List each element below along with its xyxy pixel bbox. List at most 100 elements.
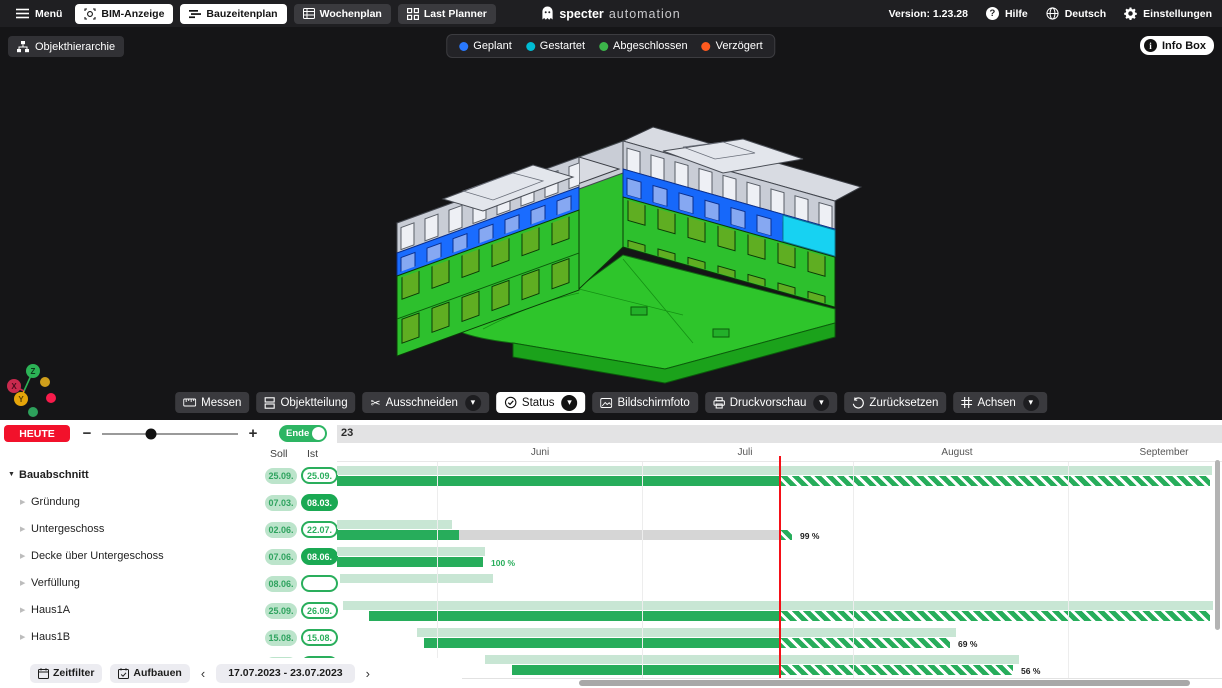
gantt-row[interactable]: ▶ Haus1A 25.09.26.09.: [0, 597, 1222, 624]
row-label[interactable]: Untergeschoss: [31, 523, 104, 535]
gantt-bar-hatch[interactable]: [779, 476, 1210, 486]
gantt-row[interactable]: ▶Haus1B15.08.15.08.69 %: [0, 624, 1222, 651]
today-button[interactable]: HEUTE: [4, 425, 70, 442]
gantt-row[interactable]: ▶Untergeschoss02.06.22.07.99 %: [0, 516, 1222, 543]
row-label[interactable]: Bauabschnitt: [19, 469, 89, 481]
info-box-button[interactable]: i Info Box: [1140, 36, 1214, 55]
soll-date-pill[interactable]: 25.09.: [265, 603, 297, 619]
viewer-3d[interactable]: Objekthierarchie Geplant Gestartet Abges…: [0, 27, 1222, 420]
nav-bauzeitenplan[interactable]: Bauzeitenplan: [180, 4, 286, 24]
expand-arrow-icon[interactable]: ▶: [20, 606, 25, 614]
achsen-dropdown[interactable]: ▾: [1023, 395, 1039, 411]
druckvorschau-button[interactable]: Druckvorschau ▾: [705, 392, 838, 413]
soll-date-pill[interactable]: 07.06.: [265, 549, 297, 565]
object-hierarchy-button[interactable]: Objekthierarchie: [8, 36, 124, 57]
horizontal-scrollbar[interactable]: [579, 680, 1190, 686]
timeline-week-band[interactable]: 23: [337, 425, 1222, 443]
gantt-bar-solid[interactable]: [337, 530, 459, 540]
soll-date-pill[interactable]: 15.08.: [265, 630, 297, 646]
menu-button[interactable]: Menü: [10, 8, 68, 20]
aufbauen-button[interactable]: Aufbauen: [110, 664, 189, 683]
ist-date-pill[interactable]: 08.06.: [301, 548, 338, 565]
collapse-arrow-icon[interactable]: ▼: [8, 471, 15, 478]
gantt-bar-solid[interactable]: [337, 476, 779, 486]
object-hierarchy-label: Objekthierarchie: [35, 41, 115, 53]
bildschirmfoto-button[interactable]: Bildschirmfoto: [593, 392, 698, 413]
nav-wochenplan[interactable]: Wochenplan: [294, 4, 391, 24]
ende-toggle[interactable]: Ende: [279, 425, 327, 442]
ist-date-pill[interactable]: 22.07.: [301, 521, 338, 538]
month-label: Juli: [737, 447, 752, 458]
gantt-bar-soll[interactable]: [337, 547, 485, 556]
status-button[interactable]: Status ▾: [496, 392, 586, 413]
vertical-scrollbar[interactable]: [1215, 460, 1220, 630]
gantt-bar-soll[interactable]: [485, 655, 1019, 664]
soll-date-pill[interactable]: 07.03.: [265, 495, 297, 511]
toggle-knob: [312, 427, 325, 440]
zoom-slider-knob[interactable]: [145, 428, 156, 439]
nav-bim-anzeige[interactable]: BIM-Anzeige: [75, 4, 173, 24]
achsen-button[interactable]: Achsen ▾: [953, 392, 1046, 413]
month-gridline: [437, 462, 438, 678]
gantt-bar-soll[interactable]: [337, 520, 452, 529]
gantt-bar-gray[interactable]: [459, 530, 779, 540]
gantt-bar-hatch[interactable]: [779, 638, 950, 648]
prev-week-button[interactable]: ‹: [198, 666, 208, 681]
expand-arrow-icon[interactable]: ▶: [20, 498, 25, 506]
nav-last-planner[interactable]: Last Planner: [398, 4, 496, 24]
next-week-button[interactable]: ›: [363, 666, 373, 681]
expand-arrow-icon[interactable]: ▶: [20, 633, 25, 641]
objektteilung-button[interactable]: Objektteilung: [256, 392, 355, 413]
gantt-bar-soll[interactable]: [417, 628, 956, 637]
ist-date-pill[interactable]: 25.09.: [301, 467, 338, 484]
settings-button[interactable]: Einstellungen: [1124, 7, 1212, 20]
gantt-bar-soll[interactable]: [340, 574, 493, 583]
zuruecksetzen-button[interactable]: Zurücksetzen: [844, 392, 946, 413]
expand-arrow-icon[interactable]: ▶: [20, 525, 25, 533]
gantt-row[interactable]: ▶ Gründung 07.03.08.03.: [0, 489, 1222, 516]
axis-neg-y-handle[interactable]: [40, 377, 50, 387]
gantt-bar-solid[interactable]: [424, 638, 779, 648]
gantt-bar-hatch[interactable]: [779, 665, 1013, 675]
date-range-button[interactable]: 17.07.2023 - 23.07.2023: [216, 664, 354, 683]
status-dropdown[interactable]: ▾: [562, 395, 578, 411]
gantt-bar-solid[interactable]: [337, 557, 483, 567]
gantt-row[interactable]: ▼ Bauabschnitt 25.09.25.09.: [0, 462, 1222, 489]
gantt-bar-soll[interactable]: [343, 601, 1213, 610]
zoom-out-button[interactable]: −: [80, 425, 94, 442]
ausschneiden-dropdown[interactable]: ▾: [465, 395, 481, 411]
row-label[interactable]: Verfüllung: [31, 577, 80, 589]
row-label[interactable]: Gründung: [31, 496, 80, 508]
axis-neg-z-handle[interactable]: [28, 407, 38, 417]
axis-neg-x-handle[interactable]: [46, 393, 56, 403]
zoom-in-button[interactable]: +: [246, 425, 260, 442]
soll-date-pill[interactable]: 02.06.: [265, 522, 297, 538]
messen-button[interactable]: Messen: [175, 392, 249, 413]
row-label[interactable]: Haus1A: [31, 604, 70, 616]
zoom-slider[interactable]: [102, 433, 238, 435]
ist-date-pill[interactable]: 15.08.: [301, 629, 338, 646]
expand-arrow-icon[interactable]: ▶: [20, 579, 25, 587]
gantt-row[interactable]: ▶ Verfüllung 08.06.: [0, 570, 1222, 597]
gantt-bar-soll[interactable]: [337, 466, 1212, 475]
zeitfilter-button[interactable]: Zeitfilter: [30, 664, 102, 683]
gantt-row[interactable]: ▶Decke über Untergeschoss07.06.08.06.100…: [0, 543, 1222, 570]
druckvorschau-dropdown[interactable]: ▾: [813, 395, 829, 411]
bim-building-model[interactable]: [383, 107, 863, 385]
language-button[interactable]: Deutsch: [1046, 7, 1106, 20]
gantt-bar-hatch[interactable]: [779, 611, 1210, 621]
soll-date-pill[interactable]: 25.09.: [265, 468, 297, 484]
ist-date-pill[interactable]: [301, 575, 338, 592]
ist-date-pill[interactable]: 26.09.: [301, 602, 338, 619]
legend-geplant: Geplant: [459, 40, 512, 52]
row-label[interactable]: Haus1B: [31, 631, 70, 643]
expand-arrow-icon[interactable]: ▶: [20, 552, 25, 560]
ausschneiden-button[interactable]: ✂ Ausschneiden ▾: [363, 392, 489, 413]
soll-date-pill[interactable]: 08.06.: [265, 576, 297, 592]
axes-gizmo[interactable]: Z X Y: [2, 355, 72, 421]
ist-date-pill[interactable]: 08.03.: [301, 494, 338, 511]
row-label[interactable]: Decke über Untergeschoss: [31, 550, 164, 562]
help-button[interactable]: ? Hilfe: [986, 7, 1028, 20]
gantt-bar-solid[interactable]: [369, 611, 779, 621]
gantt-bar-solid[interactable]: [512, 665, 779, 675]
